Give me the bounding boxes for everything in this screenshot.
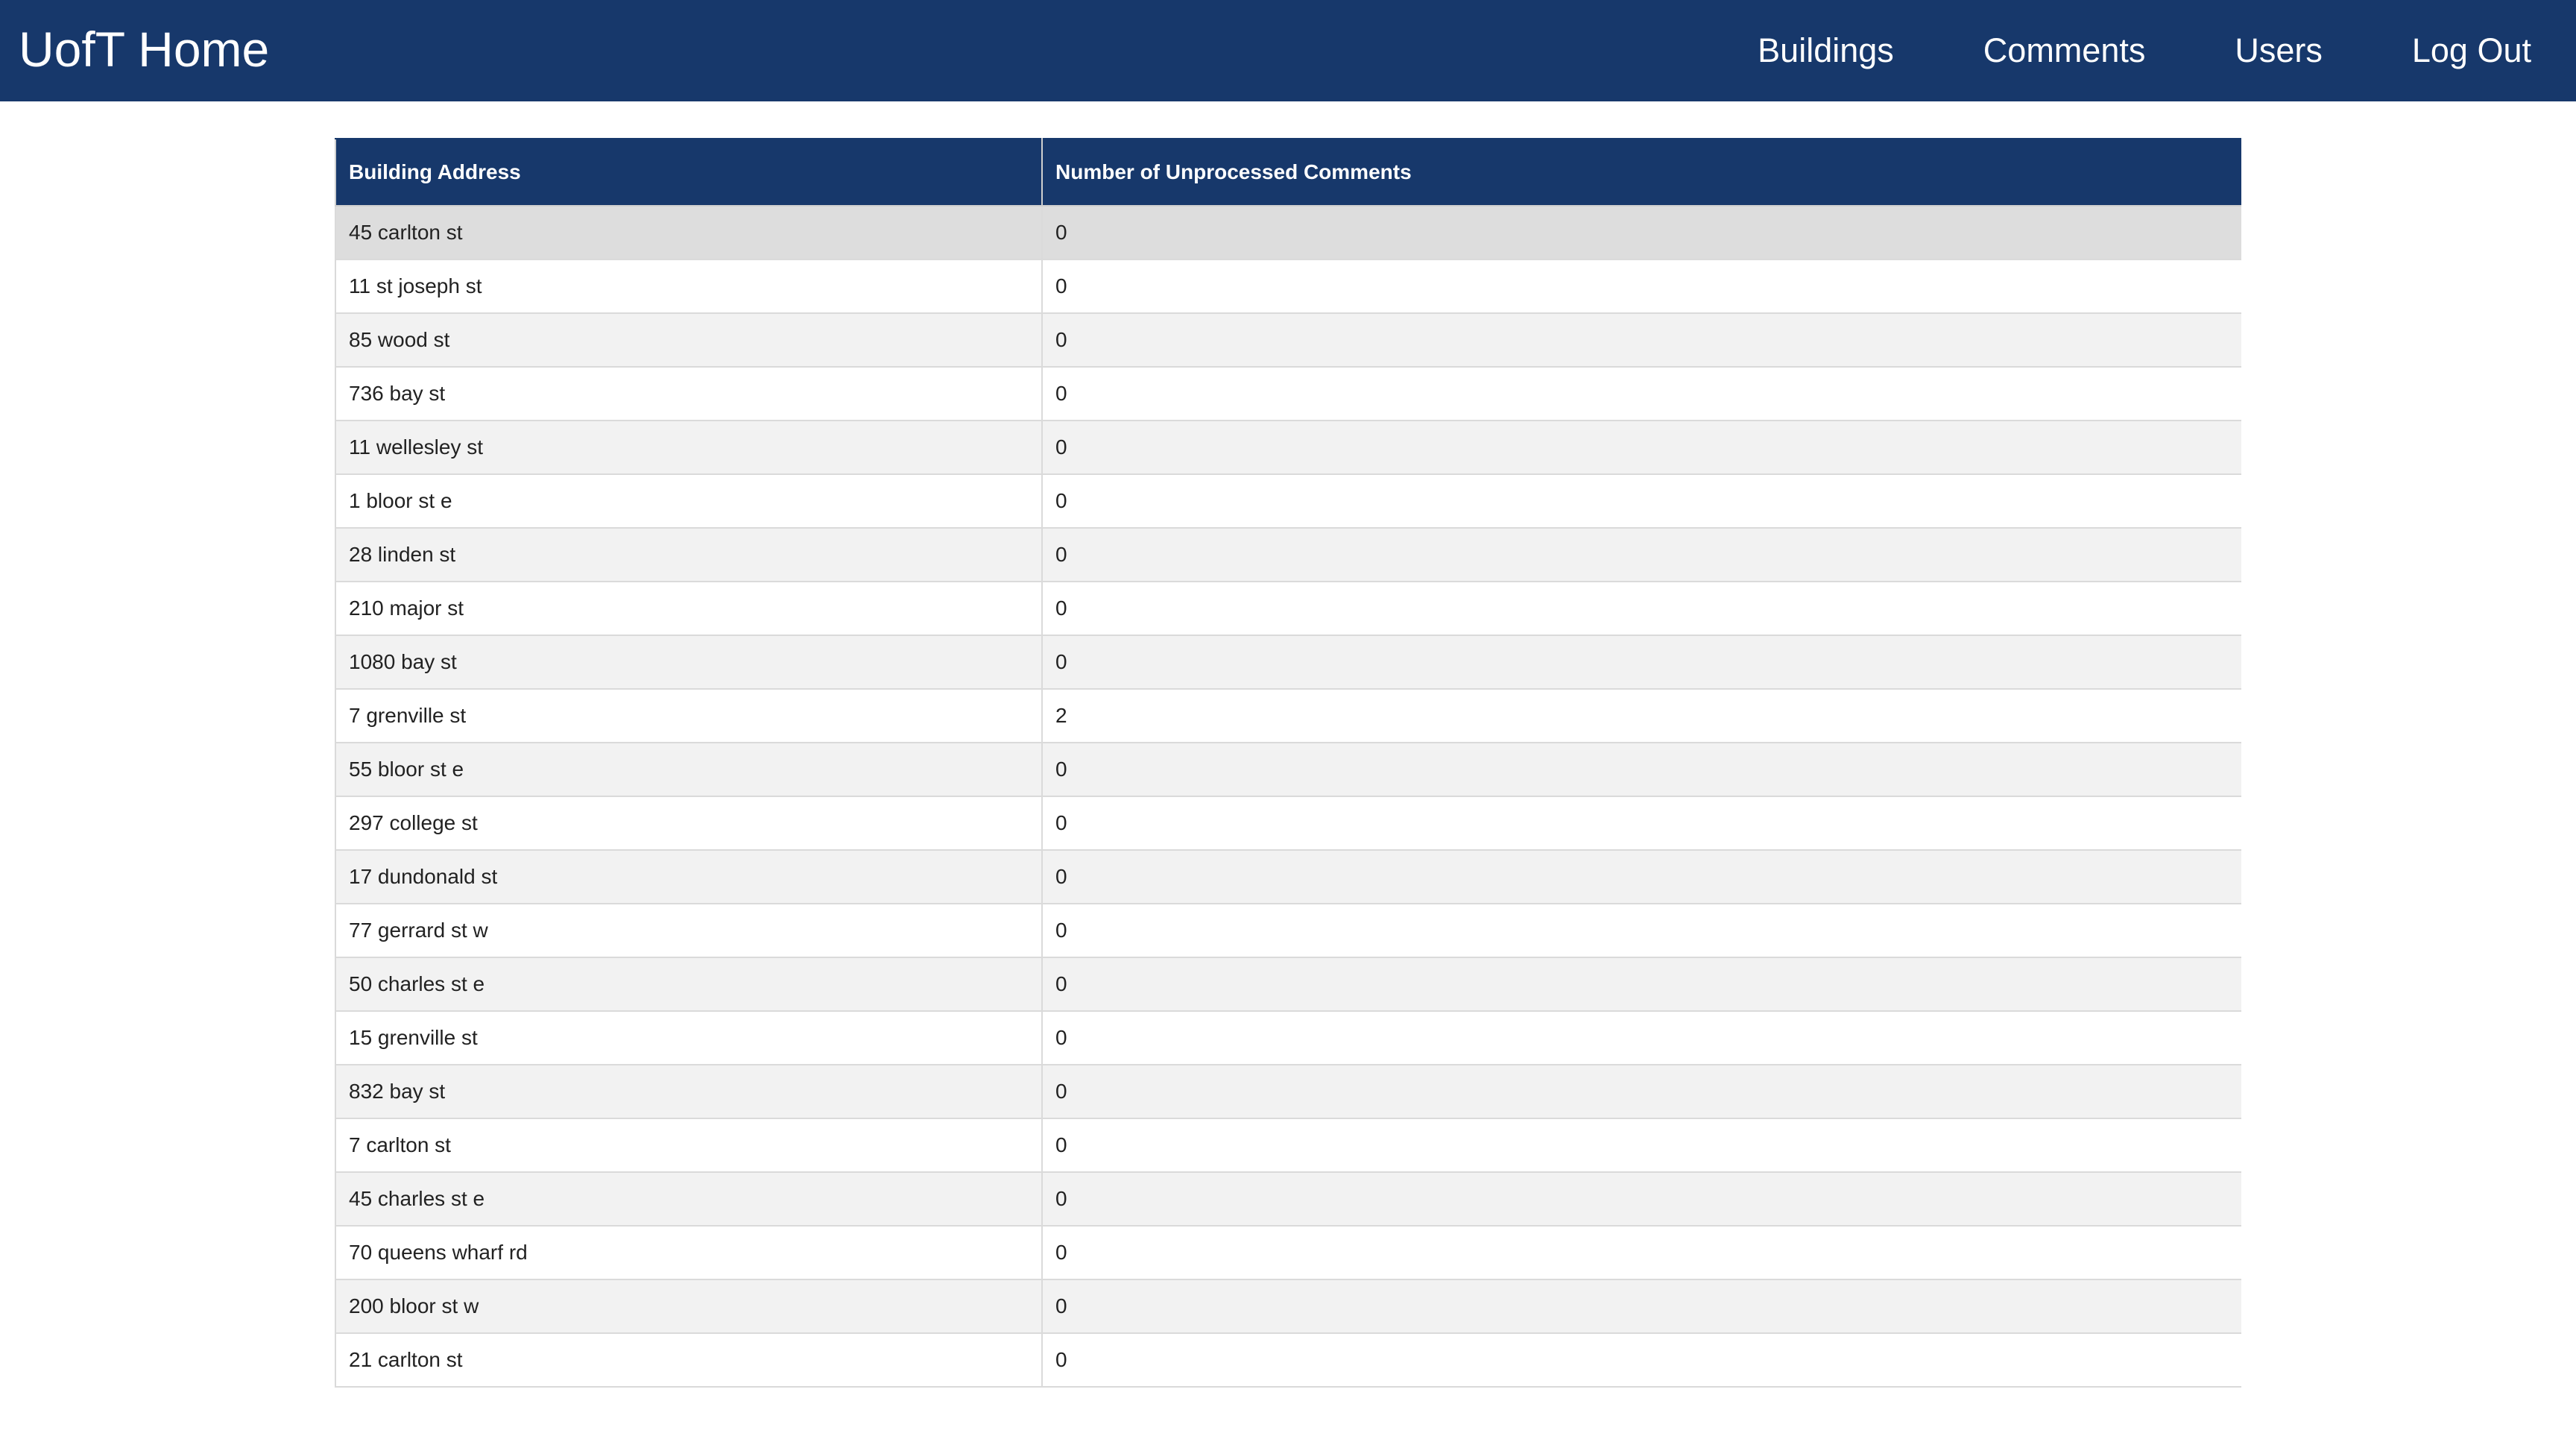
building-address-cell: 736 bay st — [335, 366, 1043, 421]
building-address-cell: 55 bloor st e — [335, 742, 1043, 797]
building-address-cell: 77 gerrard st w — [335, 903, 1043, 958]
table-row[interactable]: 45 charles st e0 — [335, 1171, 2241, 1227]
building-address-cell: 832 bay st — [335, 1064, 1043, 1119]
table-row[interactable]: 11 st joseph st 0 — [335, 259, 2241, 314]
table-row[interactable]: 7 carlton st 0 — [335, 1118, 2241, 1173]
building-address-cell: 21 carlton st — [335, 1332, 1043, 1388]
unprocessed-count-cell: 0 — [1041, 1118, 2241, 1173]
nav-links: Buildings Comments Users Log Out — [1713, 0, 2576, 101]
unprocessed-count-cell: 0 — [1041, 1279, 2241, 1334]
unprocessed-count-cell: 0 — [1041, 1064, 2241, 1119]
header-unprocessed-comments: Number of Unprocessed Comments — [1041, 138, 2241, 207]
table-row[interactable]: 21 carlton st 0 — [335, 1332, 2241, 1388]
table-row[interactable]: 17 dundonald st 0 — [335, 849, 2241, 904]
building-address-cell: 1080 bay st — [335, 635, 1043, 690]
table-row[interactable]: 200 bloor st w0 — [335, 1279, 2241, 1334]
building-address-cell: 297 college st — [335, 796, 1043, 851]
building-address-cell: 85 wood st — [335, 312, 1043, 368]
table-row[interactable]: 11 wellesley st 0 — [335, 420, 2241, 475]
table-row[interactable]: 210 major st 0 — [335, 581, 2241, 636]
building-address-cell: 28 linden st — [335, 527, 1043, 582]
table-row[interactable]: 85 wood st 0 — [335, 312, 2241, 368]
building-address-cell: 1 bloor st e — [335, 473, 1043, 529]
unprocessed-count-cell: 0 — [1041, 312, 2241, 368]
table-row[interactable]: 297 college st 0 — [335, 796, 2241, 851]
building-address-cell: 11 wellesley st — [335, 420, 1043, 475]
unprocessed-count-cell: 0 — [1041, 473, 2241, 529]
unprocessed-count-cell: 0 — [1041, 957, 2241, 1012]
table-row[interactable]: 15 grenville st 0 — [335, 1010, 2241, 1065]
unprocessed-count-cell: 0 — [1041, 1332, 2241, 1388]
unprocessed-count-cell: 0 — [1041, 1010, 2241, 1065]
building-address-cell: 7 grenville st — [335, 688, 1043, 743]
unprocessed-count-cell: 0 — [1041, 205, 2241, 260]
unprocessed-count-cell: 2 — [1041, 688, 2241, 743]
unprocessed-count-cell: 0 — [1041, 420, 2241, 475]
buildings-table: Building Address Number of Unprocessed C… — [335, 138, 2241, 1388]
unprocessed-count-cell: 0 — [1041, 903, 2241, 958]
building-address-cell: 200 bloor st w — [335, 1279, 1043, 1334]
unprocessed-count-cell: 0 — [1041, 742, 2241, 797]
table-row[interactable]: 45 carlton st 0 — [335, 205, 2241, 260]
table-row[interactable]: 832 bay st 0 — [335, 1064, 2241, 1119]
table-row[interactable]: 28 linden st 0 — [335, 527, 2241, 582]
unprocessed-count-cell: 0 — [1041, 527, 2241, 582]
unprocessed-count-cell: 0 — [1041, 366, 2241, 421]
unprocessed-count-cell: 0 — [1041, 1225, 2241, 1280]
table-row[interactable]: 1080 bay st 0 — [335, 635, 2241, 690]
unprocessed-count-cell: 0 — [1041, 581, 2241, 636]
building-address-cell: 15 grenville st — [335, 1010, 1043, 1065]
unprocessed-count-cell: 0 — [1041, 796, 2241, 851]
unprocessed-count-cell: 0 — [1041, 1171, 2241, 1227]
table-row[interactable]: 1 bloor st e0 — [335, 473, 2241, 529]
building-address-cell: 210 major st — [335, 581, 1043, 636]
buildings-table-container[interactable]: Building Address Number of Unprocessed C… — [335, 138, 2241, 1442]
table-row[interactable]: 736 bay st 0 — [335, 366, 2241, 421]
table-row[interactable]: 50 charles st e0 — [335, 957, 2241, 1012]
building-address-cell: 17 dundonald st — [335, 849, 1043, 904]
table-row[interactable]: 70 queens wharf rd 0 — [335, 1225, 2241, 1280]
building-address-cell: 50 charles st e — [335, 957, 1043, 1012]
table-row[interactable]: 55 bloor st e0 — [335, 742, 2241, 797]
table-row[interactable]: 77 gerrard st w0 — [335, 903, 2241, 958]
header-building-address: Building Address — [335, 138, 1043, 207]
unprocessed-count-cell: 0 — [1041, 259, 2241, 314]
building-address-cell: 11 st joseph st — [335, 259, 1043, 314]
table-header-row: Building Address Number of Unprocessed C… — [335, 138, 2241, 207]
nav-logout-link[interactable]: Log Out — [2412, 31, 2531, 70]
building-address-cell: 45 carlton st — [335, 205, 1043, 260]
unprocessed-count-cell: 0 — [1041, 849, 2241, 904]
nav-comments-link[interactable]: Comments — [1983, 31, 2146, 70]
top-navbar: UofT Home Buildings Comments Users Log O… — [0, 0, 2576, 101]
nav-buildings-link[interactable]: Buildings — [1758, 31, 1894, 70]
building-address-cell: 45 charles st e — [335, 1171, 1043, 1227]
home-link[interactable]: UofT Home — [19, 0, 269, 101]
table-row[interactable]: 7 grenville st 2 — [335, 688, 2241, 743]
building-address-cell: 7 carlton st — [335, 1118, 1043, 1173]
table-body: 45 carlton st 0 11 st joseph st 0 85 wood st… — [335, 205, 2241, 1388]
nav-users-link[interactable]: Users — [2235, 31, 2323, 70]
building-address-cell: 70 queens wharf rd — [335, 1225, 1043, 1280]
unprocessed-count-cell: 0 — [1041, 635, 2241, 690]
